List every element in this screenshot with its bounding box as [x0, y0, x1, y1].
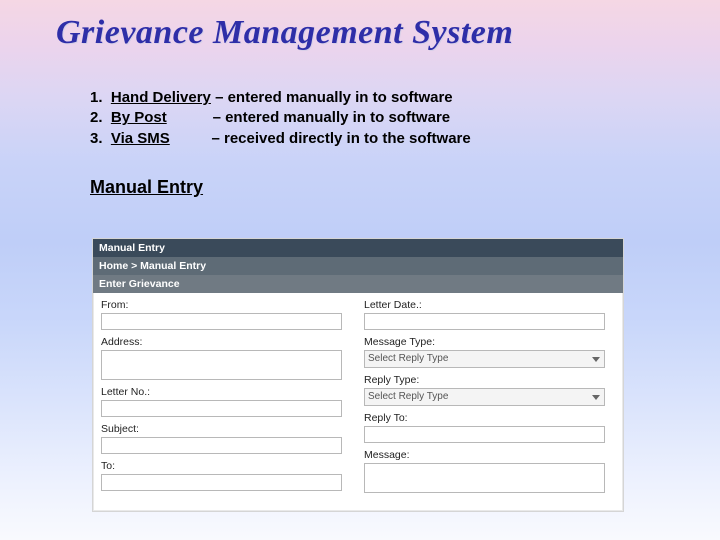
method-desc: – entered manually in to software: [213, 109, 451, 126]
field-letter-no: Letter No.:: [101, 386, 352, 417]
manual-entry-form: Manual Entry Home > Manual Entry Enter G…: [92, 238, 624, 512]
label-reply-type: Reply Type:: [364, 374, 615, 386]
field-from: From:: [101, 299, 352, 330]
method-desc: – entered manually in to software: [215, 89, 453, 106]
field-reply-type: Reply Type: Select Reply Type: [364, 374, 615, 406]
method-item: 3. Via SMS – received directly in to the…: [90, 129, 720, 149]
method-desc: – received directly in to the software: [211, 130, 470, 147]
form-left-column: From: Address: Letter No.: Subject: To:: [101, 299, 352, 499]
entry-methods-list: 1. Hand Delivery – entered manually in t…: [90, 88, 720, 149]
slide: Grievance Management System 1. Hand Deli…: [0, 0, 720, 540]
label-to: To:: [101, 460, 352, 472]
label-from: From:: [101, 299, 352, 311]
spacer: [167, 109, 213, 126]
method-num: 3.: [90, 130, 103, 147]
letter-no-input[interactable]: [101, 400, 342, 417]
method-num: 2.: [90, 109, 103, 126]
message-input[interactable]: [364, 463, 605, 493]
reply-type-select[interactable]: Select Reply Type: [364, 388, 605, 406]
field-reply-to: Reply To:: [364, 412, 615, 443]
label-address: Address:: [101, 336, 352, 348]
section-heading: Manual Entry: [90, 177, 720, 198]
label-message: Message:: [364, 449, 615, 461]
label-letter-date: Letter Date.:: [364, 299, 615, 311]
label-subject: Subject:: [101, 423, 352, 435]
page-title: Grievance Management System: [0, 10, 720, 52]
spacer: [170, 130, 212, 147]
to-input[interactable]: [101, 474, 342, 491]
method-item: 1. Hand Delivery – entered manually in t…: [90, 88, 720, 108]
from-input[interactable]: [101, 313, 342, 330]
form-title-bar: Manual Entry: [93, 239, 623, 257]
message-type-select[interactable]: Select Reply Type: [364, 350, 605, 368]
method-item: 2. By Post – entered manually in to soft…: [90, 108, 720, 128]
field-to: To:: [101, 460, 352, 491]
method-name: By Post: [111, 109, 167, 126]
breadcrumb: Home > Manual Entry: [93, 257, 623, 275]
field-message: Message:: [364, 449, 615, 493]
field-letter-date: Letter Date.:: [364, 299, 615, 330]
label-letter-no: Letter No.:: [101, 386, 352, 398]
label-message-type: Message Type:: [364, 336, 615, 348]
field-subject: Subject:: [101, 423, 352, 454]
method-name: Hand Delivery: [111, 89, 211, 106]
subject-input[interactable]: [101, 437, 342, 454]
field-message-type: Message Type: Select Reply Type: [364, 336, 615, 368]
address-input[interactable]: [101, 350, 342, 380]
method-num: 1.: [90, 89, 103, 106]
form-body: From: Address: Letter No.: Subject: To:: [93, 293, 623, 499]
label-reply-to: Reply To:: [364, 412, 615, 424]
method-name: Via SMS: [111, 130, 170, 147]
reply-to-input[interactable]: [364, 426, 605, 443]
form-right-column: Letter Date.: Message Type: Select Reply…: [364, 299, 615, 499]
letter-date-input[interactable]: [364, 313, 605, 330]
field-address: Address:: [101, 336, 352, 380]
section-bar: Enter Grievance: [93, 275, 623, 293]
